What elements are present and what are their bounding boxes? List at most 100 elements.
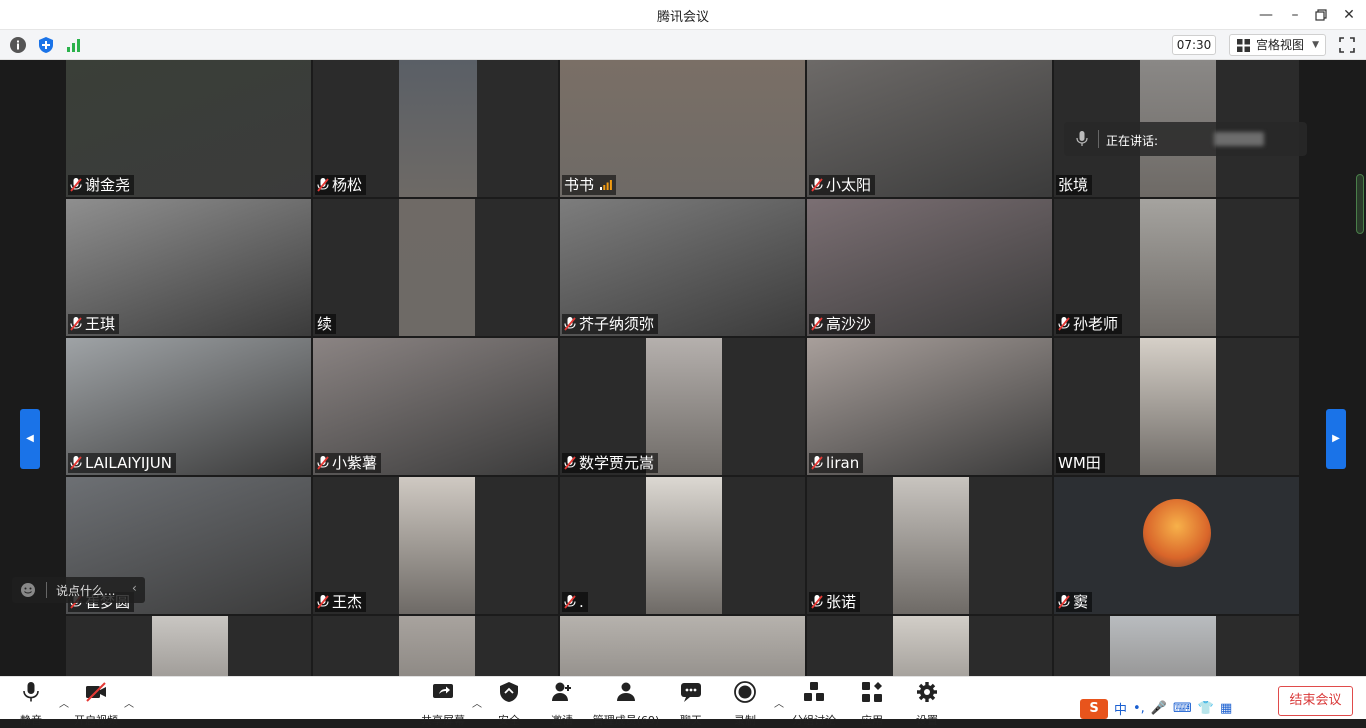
security-button[interactable]: 安全	[494, 681, 524, 727]
participant-name-label: LAILAIYIJUN	[68, 453, 176, 473]
participant-tile[interactable]: liran	[807, 338, 1052, 475]
participant-video	[1140, 199, 1216, 336]
fullscreen-icon[interactable]	[1338, 36, 1356, 54]
participant-tile[interactable]: WM田	[1054, 338, 1299, 475]
participant-tile[interactable]: 高沙沙	[807, 199, 1052, 336]
toolbox-icon[interactable]: ▦	[1220, 701, 1232, 716]
mic-muted-icon	[811, 317, 823, 331]
participant-tile[interactable]: 续	[313, 199, 558, 336]
participant-video	[399, 616, 475, 676]
participant-name-label: .	[562, 592, 588, 612]
record-button[interactable]: 录制	[731, 681, 759, 727]
security-label: 安全	[498, 714, 520, 727]
participant-tile[interactable]	[560, 616, 805, 676]
collapse-chat-button[interactable]: ‹	[132, 581, 137, 595]
keyboard-icon[interactable]: ⌨	[1173, 701, 1192, 716]
participant-name-label: 书书	[562, 175, 617, 195]
participant-tile[interactable]	[1054, 616, 1299, 676]
participant-tile[interactable]: 孙老师	[1054, 199, 1299, 336]
members-icon	[617, 682, 635, 701]
add-user-icon	[552, 682, 571, 701]
mute-button[interactable]: 静音	[16, 681, 46, 727]
chat-input[interactable]: 说点什么...	[56, 582, 115, 599]
apps-button[interactable]: 应用	[858, 681, 886, 727]
participant-video	[893, 616, 969, 676]
apps-icon	[862, 682, 882, 702]
mic-muted-icon	[811, 456, 823, 470]
next-page-button[interactable]: ▶	[1326, 409, 1346, 469]
participant-name-label: 续	[315, 314, 337, 334]
security-shield-icon[interactable]	[37, 36, 55, 54]
voice-input-icon[interactable]: 🎤	[1151, 701, 1167, 716]
security-icon	[500, 682, 518, 702]
info-icon[interactable]	[9, 36, 27, 54]
participant-tile[interactable]: 芥子纳须弥	[560, 199, 805, 336]
participant-tile[interactable]: 杨松	[313, 60, 558, 197]
avatar	[1143, 499, 1211, 567]
minimize-icon-button[interactable]: –	[1284, 4, 1306, 26]
manage-members-label: 管理成员(69)	[592, 714, 660, 727]
share-options-chevron-icon[interactable]: ︿	[472, 695, 482, 710]
mic-muted-icon	[70, 317, 82, 331]
video-off-icon	[86, 682, 106, 702]
network-signal-icon[interactable]	[65, 36, 83, 54]
participant-tile[interactable]: 谢金尧	[66, 60, 311, 197]
start-video-button[interactable]: 开启视频	[70, 681, 122, 727]
participant-tile[interactable]: 数学贾元嵩	[560, 338, 805, 475]
share-screen-button[interactable]: 共享屏幕	[418, 681, 468, 727]
mic-options-chevron-icon[interactable]: ︿	[59, 695, 69, 710]
participant-tile[interactable]	[807, 616, 1052, 676]
participant-video	[399, 60, 477, 197]
ime-mode[interactable]: 中	[1114, 699, 1127, 718]
manage-members-button[interactable]: 管理成员(69)	[591, 681, 661, 727]
invite-button[interactable]: 邀请	[546, 681, 578, 727]
participant-tile[interactable]: .	[560, 477, 805, 614]
participant-video	[399, 199, 475, 336]
participant-video	[1110, 616, 1216, 676]
participant-tile[interactable]: 王琪	[66, 199, 311, 336]
participant-tile[interactable]: 小太阳	[807, 60, 1052, 197]
participant-tile[interactable]	[66, 616, 311, 676]
minimize-button[interactable]: —	[1255, 4, 1277, 26]
video-options-chevron-icon[interactable]: ︿	[124, 695, 134, 710]
skin-icon[interactable]: 👕	[1198, 701, 1214, 716]
record-options-chevron-icon[interactable]: ︿	[774, 695, 784, 710]
ime-toolbar[interactable]: S 中 •, 🎤 ⌨ 👕 ▦	[1080, 697, 1256, 720]
participant-name-label: 芥子纳须弥	[562, 314, 659, 334]
participant-tile[interactable]: 窦	[1054, 477, 1299, 614]
participant-tile[interactable]: 张诺	[807, 477, 1052, 614]
speaking-indicator: 正在讲话:	[1064, 122, 1307, 156]
participant-tile[interactable]: 王杰	[313, 477, 558, 614]
participant-tile[interactable]	[313, 616, 558, 676]
control-bar: 静音 ︿ 开启视频 ︿ 共享屏幕 ︿ 安全 邀请 管理成员(69) 聊天 录制 …	[0, 676, 1366, 727]
emoji-icon[interactable]	[20, 582, 36, 598]
chat-icon	[681, 683, 701, 702]
end-meeting-button[interactable]: 结束会议	[1278, 686, 1353, 716]
mic-muted-icon	[811, 595, 823, 609]
participant-name: 窦	[1073, 593, 1089, 611]
participant-name: 书书	[564, 176, 595, 194]
participant-name: 续	[317, 315, 333, 333]
participant-name-label: 张境	[1056, 175, 1093, 195]
prev-page-button[interactable]: ◀	[20, 409, 40, 469]
restore-button[interactable]	[1310, 4, 1332, 26]
speaker-name-blurred	[1214, 132, 1264, 146]
participant-name-label: 数学贾元嵩	[562, 453, 659, 473]
participant-name: WM田	[1058, 454, 1101, 472]
breakout-rooms-button[interactable]: 分组讨论	[790, 681, 838, 727]
participant-tile[interactable]: 书书	[560, 60, 805, 197]
close-button[interactable]: ✕	[1338, 4, 1360, 26]
participant-name: 张境	[1058, 176, 1089, 194]
view-switch-button[interactable]: 宫格视图 ▼	[1229, 34, 1326, 56]
participant-tile[interactable]: 小紫薯	[313, 338, 558, 475]
record-icon	[734, 681, 756, 703]
sogou-logo-icon: S	[1080, 698, 1108, 719]
quick-chat-box[interactable]: 说点什么... ‹	[12, 577, 145, 603]
chat-button[interactable]: 聊天	[677, 681, 705, 727]
participant-name-label: 王琪	[68, 314, 120, 334]
settings-button[interactable]: 设置	[913, 681, 941, 727]
participant-name-label: 高沙沙	[809, 314, 876, 334]
punctuation-icon[interactable]: •,	[1133, 701, 1145, 716]
participant-video	[399, 477, 475, 614]
participant-tile[interactable]: LAILAIYIJUN	[66, 338, 311, 475]
